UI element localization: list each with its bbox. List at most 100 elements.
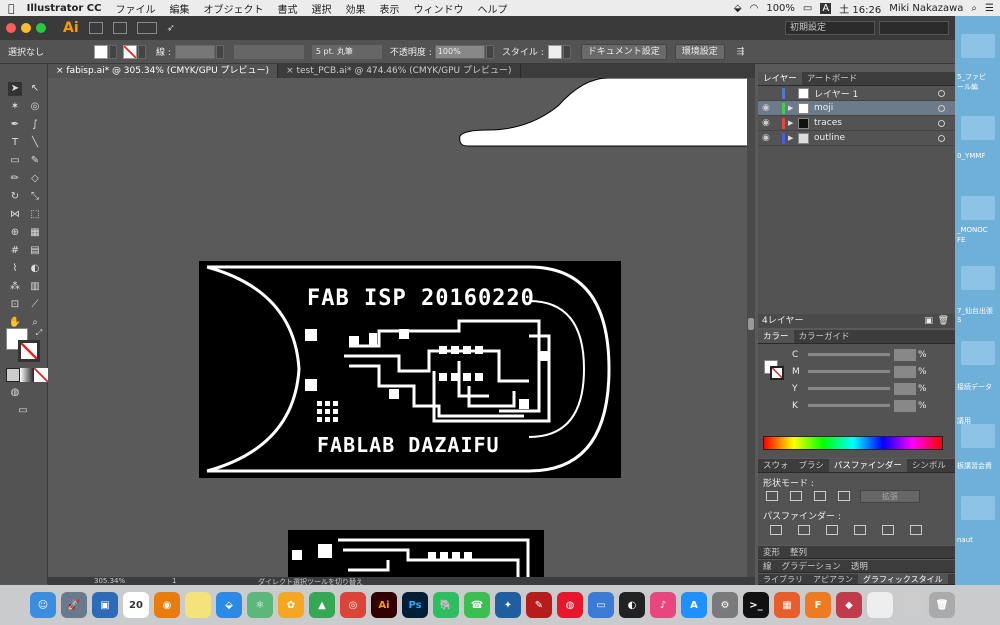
expand-icon[interactable]: ▶ [788, 104, 796, 112]
artboard-canvas[interactable]: FAB ISP 20160220 FABLAB DAZAIFU [48, 78, 747, 577]
cyan-value[interactable] [894, 348, 916, 361]
variable-width-profile[interactable] [233, 44, 304, 59]
inkscape-icon[interactable]: ◐ [619, 592, 645, 618]
target-icon[interactable] [938, 89, 945, 97]
evernote-icon[interactable]: 🐘 [433, 592, 459, 618]
tab-align[interactable]: 整列 [785, 546, 812, 558]
folder-icon[interactable] [961, 196, 995, 220]
swap-fill-stroke-icon[interactable]: ⤢ [32, 326, 46, 340]
visibility-icon[interactable]: ◉ [762, 118, 774, 128]
grid-app-icon[interactable]: ▦ [774, 592, 800, 618]
new-layer-icon[interactable]: ▣ [924, 314, 933, 328]
minus-front-icon[interactable] [790, 491, 802, 501]
yellow-value[interactable] [894, 382, 916, 395]
blender-icon[interactable]: ◉ [154, 592, 180, 618]
scribus-icon[interactable]: ✎ [526, 592, 552, 618]
layer-name[interactable]: moji [814, 103, 833, 113]
stroke-dropdown[interactable] [138, 44, 147, 59]
photoshop-icon[interactable]: Ps [402, 592, 428, 618]
tab-swatches[interactable]: スウォ [758, 459, 794, 472]
chrome-icon[interactable]: ◎ [340, 592, 366, 618]
gradient-tool-icon[interactable]: ▤ [28, 244, 42, 258]
column-graph-tool-icon[interactable]: ▥ [28, 280, 42, 294]
stroke-weight-dropdown[interactable] [215, 44, 224, 59]
magenta-slider[interactable] [808, 370, 890, 373]
intersect-icon[interactable] [814, 491, 826, 501]
tab-pathfinder[interactable]: パスファインダー [828, 459, 907, 472]
tab-appearance[interactable]: アピアラン [808, 574, 858, 584]
menu-view[interactable]: 表示 [379, 1, 399, 16]
atom-icon[interactable]: ⚛ [247, 592, 273, 618]
expand-icon[interactable]: ▶ [788, 119, 796, 127]
notification-icon[interactable]: ☰ [985, 3, 994, 14]
target-icon[interactable] [938, 119, 945, 127]
opacity-dropdown[interactable] [485, 44, 494, 59]
graphic-style-dropdown[interactable] [562, 44, 571, 59]
zoom-window-button[interactable] [36, 23, 46, 33]
tab-transform[interactable]: 変形 [758, 546, 785, 558]
clock[interactable]: 土 16:26 [839, 1, 881, 16]
black-value[interactable] [894, 399, 916, 412]
paintbrush-tool-icon[interactable]: ✎ [28, 154, 42, 168]
line-tool-icon[interactable]: ╲ [28, 136, 42, 150]
dropbox-icon[interactable]: ⬙ [734, 3, 742, 14]
input-mode-indicator[interactable]: A [820, 2, 832, 14]
battery-label[interactable]: 100% [766, 3, 795, 14]
notes-icon[interactable] [185, 592, 211, 618]
photos-icon[interactable]: ✿ [278, 592, 304, 618]
lasso-tool-icon[interactable]: ◎ [28, 100, 42, 114]
bridge-icon[interactable] [88, 22, 103, 34]
gpu-performance-icon[interactable]: ➶ [167, 23, 175, 34]
layer-row-moji[interactable]: ◉ ▶ moji [758, 101, 955, 116]
layer-name[interactable]: traces [814, 118, 842, 128]
tab-symbols[interactable]: シンボル [907, 459, 951, 472]
layer-row-layer1[interactable]: レイヤー 1 [758, 86, 955, 101]
color-mode-icon[interactable] [6, 368, 20, 382]
canvas-vertical-scrollbar[interactable] [747, 78, 755, 577]
tab-fabisp[interactable]: × fabisp.ai* @ 305.34% (CMYK/GPU プレビュー) [48, 64, 279, 78]
tab-close-icon[interactable]: × [286, 66, 296, 76]
shape-builder-tool-icon[interactable]: ⊕ [8, 226, 22, 240]
illustrator-icon[interactable]: Ai [371, 592, 397, 618]
visibility-icon[interactable]: ◉ [762, 133, 774, 143]
eyedropper-tool-icon[interactable]: ⌇ [8, 262, 22, 276]
apple-icon[interactable]:  [8, 2, 15, 15]
scale-tool-icon[interactable]: ⤡ [28, 190, 42, 204]
perspective-grid-tool-icon[interactable]: ▦ [28, 226, 42, 240]
minus-back-icon[interactable] [910, 525, 922, 535]
blend-tool-icon[interactable]: ◐ [28, 262, 42, 276]
graphic-style-swatch[interactable] [547, 44, 562, 59]
magenta-value[interactable] [894, 365, 916, 378]
fill-swatch[interactable] [94, 44, 109, 59]
rectangle-tool-icon[interactable]: ▭ [8, 154, 22, 168]
black-slider[interactable] [808, 404, 890, 407]
menu-select[interactable]: 選択 [311, 1, 331, 16]
stroke-label[interactable]: 線 : [156, 45, 171, 58]
delete-layer-icon[interactable]: 🗑 [938, 314, 949, 328]
pcb-artwork-copy[interactable] [288, 530, 544, 577]
tab-artboards[interactable]: アートボード [802, 72, 863, 85]
artboard-tool-icon[interactable]: ⊡ [8, 298, 22, 312]
menu-type[interactable]: 書式 [277, 1, 297, 16]
free-transform-tool-icon[interactable]: ⬚ [28, 208, 42, 222]
merge-icon[interactable] [826, 525, 838, 535]
tab-color-guide[interactable]: カラーガイド [794, 330, 855, 343]
mesh-tool-icon[interactable]: # [8, 244, 22, 258]
keynote-icon[interactable]: ▭ [588, 592, 614, 618]
workspace-switcher[interactable]: 初期設定 [785, 21, 875, 35]
cube-app-icon[interactable]: ◆ [836, 592, 862, 618]
battery-icon[interactable]: ▭ [803, 3, 812, 14]
yellow-slider[interactable] [808, 387, 890, 390]
color-spectrum[interactable] [763, 436, 943, 450]
direct-selection-tool-icon[interactable]: ↖ [28, 82, 42, 96]
tab-test-pcb[interactable]: × test_PCB.ai* @ 474.46% (CMYK/GPU プレビュー… [278, 64, 521, 78]
layer-name[interactable]: outline [814, 133, 845, 143]
visibility-icon[interactable]: ◉ [762, 103, 774, 113]
tab-color[interactable]: カラー [758, 330, 794, 343]
sourcetree-icon[interactable]: ✦ [495, 592, 521, 618]
pencil-tool-icon[interactable]: ✏ [8, 172, 22, 186]
document-icon[interactable] [867, 592, 893, 618]
stock-icon[interactable] [112, 22, 127, 34]
artboard-number-field[interactable]: 1 [172, 577, 176, 585]
folder-icon[interactable] [961, 424, 995, 448]
